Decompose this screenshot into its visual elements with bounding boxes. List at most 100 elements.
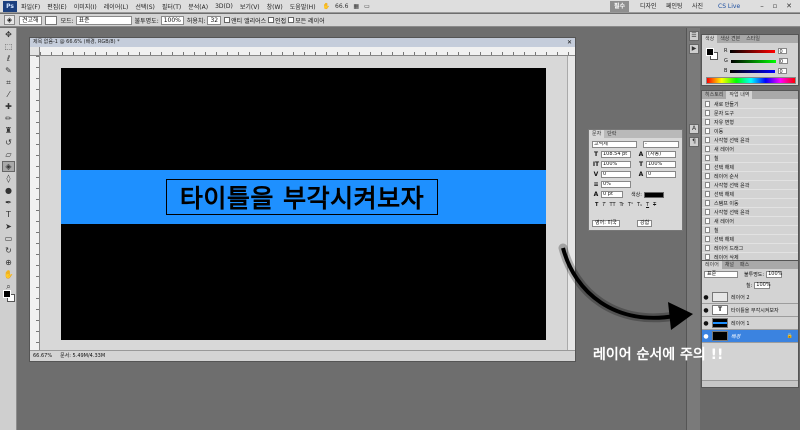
vertical-ruler[interactable] <box>30 56 40 350</box>
history-item[interactable]: 새 레이어 <box>702 217 798 226</box>
history-brush-tool-icon[interactable]: ↺ <box>2 137 15 148</box>
all-layers-checkbox[interactable] <box>288 17 295 23</box>
menu-edit[interactable]: 편집(E) <box>47 2 67 11</box>
dodge-tool-icon[interactable]: ● <box>2 185 15 196</box>
history-item[interactable]: 사각형 선택 윤곽 <box>702 208 798 217</box>
move-tool-icon[interactable]: ✥ <box>2 29 15 40</box>
document-close-icon[interactable]: ✕ <box>567 38 572 47</box>
visibility-eye-icon[interactable]: ● <box>702 320 710 327</box>
history-item[interactable]: 문자 도구 <box>702 109 798 118</box>
tab-channels[interactable]: 채널 <box>722 261 737 269</box>
blur-tool-icon[interactable]: ◊ <box>2 173 15 184</box>
restore-icon[interactable]: ▫ <box>770 2 780 10</box>
history-item[interactable]: 새로 만들기 <box>702 100 798 109</box>
tab-paths[interactable]: 패스 <box>737 261 752 269</box>
tracking-field[interactable]: 0 <box>646 171 676 178</box>
layer-name[interactable]: 배경 <box>731 333 740 340</box>
minimize-icon[interactable]: – <box>757 2 767 10</box>
workspace-design[interactable]: 디자인 <box>636 1 661 12</box>
cs-live-button[interactable]: CS Live <box>718 1 740 12</box>
ruler-origin[interactable] <box>30 47 40 56</box>
paragraph-panel-icon[interactable]: ¶ <box>689 137 699 147</box>
tsume-field[interactable]: 0% <box>601 181 631 188</box>
antialias-checkbox[interactable] <box>224 17 231 23</box>
color-panel-foreground[interactable] <box>706 48 714 56</box>
workspace-essentials[interactable]: 필수 <box>610 1 630 12</box>
history-item[interactable]: 칠 <box>702 154 798 163</box>
quick-select-tool-icon[interactable]: ✎ <box>2 65 15 76</box>
tab-layers[interactable]: 레이어 <box>702 261 722 269</box>
history-item[interactable]: 레이어 드래그 <box>702 244 798 253</box>
history-item[interactable]: 스탬프 이동 <box>702 199 798 208</box>
blend-mode-select[interactable]: 표준 <box>704 271 738 278</box>
layer-name[interactable]: 레이어 1 <box>731 320 750 327</box>
layer-opacity-field[interactable]: 100% <box>766 271 782 278</box>
eyedropper-tool-icon[interactable]: ⁄ <box>2 89 15 100</box>
superscript-button[interactable]: T¹ <box>628 202 633 208</box>
tab-actions[interactable]: 작업 내역 <box>726 91 753 99</box>
3d-rotate-tool-icon[interactable]: ↻ <box>2 245 15 256</box>
contiguous-checkbox[interactable] <box>268 17 275 23</box>
actions-panel-icon[interactable]: ▶ <box>689 44 699 54</box>
underline-button[interactable]: T <box>646 202 649 208</box>
green-value[interactable]: 0 <box>778 58 788 65</box>
arrange-documents-icon[interactable]: ▦ <box>353 3 359 10</box>
green-slider[interactable] <box>730 59 776 63</box>
close-icon[interactable]: ✕ <box>784 2 794 10</box>
clone-stamp-tool-icon[interactable]: ♜ <box>2 125 15 136</box>
menu-layer[interactable]: 레이어(L) <box>104 2 129 11</box>
layer-row[interactable]: ● 레이어 1 <box>702 317 798 330</box>
text-bounding-box[interactable]: 타이틀을 부각시켜보자 <box>166 179 438 215</box>
blue-slider[interactable] <box>730 69 776 73</box>
history-item[interactable]: 사각형 선택 윤곽 <box>702 136 798 145</box>
layer-fill-field[interactable]: 100% <box>754 282 771 289</box>
faux-bold-button[interactable]: T <box>595 202 598 208</box>
brush-tool-icon[interactable]: ✏ <box>2 113 15 124</box>
history-item[interactable]: 선택 해제 <box>702 190 798 199</box>
antialias-select[interactable]: 강함 <box>637 220 653 227</box>
pen-tool-icon[interactable]: ✒ <box>2 197 15 208</box>
shape-tool-icon[interactable]: ▭ <box>2 233 15 244</box>
red-slider[interactable] <box>730 49 776 53</box>
healing-brush-tool-icon[interactable]: ✚ <box>2 101 15 112</box>
visibility-eye-icon[interactable]: ● <box>702 294 710 301</box>
faux-italic-button[interactable]: T <box>602 202 605 208</box>
tab-character[interactable]: 문자 <box>589 130 605 138</box>
marquee-tool-icon[interactable]: ⬚ <box>2 41 15 52</box>
character-panel-icon[interactable]: A <box>689 124 699 134</box>
red-value[interactable]: 0 <box>778 48 788 55</box>
vertical-scale-field[interactable]: 100% <box>601 161 631 168</box>
visibility-eye-icon[interactable]: ● <box>702 307 710 314</box>
screen-mode-icon[interactable]: ▭ <box>364 3 370 10</box>
history-item[interactable]: 선택 해제 <box>702 235 798 244</box>
menu-image[interactable]: 이미지(I) <box>74 2 97 11</box>
language-select[interactable]: 영어: 미국 <box>592 220 620 227</box>
lasso-tool-icon[interactable]: ℓ <box>2 53 15 64</box>
document-tab[interactable]: 제목 없음-1 @ 66.6% (배경, RGB/8) * <box>30 38 575 47</box>
blue-value[interactable]: 0 <box>778 68 788 75</box>
layer-row-active[interactable]: ● 배경 🔒 <box>702 330 798 343</box>
menu-3d[interactable]: 3D(D) <box>215 3 233 10</box>
tab-swatches[interactable]: 색상 견본 <box>717 35 743 43</box>
zoom-level[interactable]: 66.6 <box>335 3 348 10</box>
horizontal-ruler[interactable] <box>40 47 575 56</box>
3d-orbit-tool-icon[interactable]: ⊕ <box>2 257 15 268</box>
menu-select[interactable]: 선택(S) <box>135 2 155 11</box>
subscript-button[interactable]: T₁ <box>637 202 642 208</box>
history-panel-icon[interactable]: ☰ <box>689 31 699 41</box>
menu-analysis[interactable]: 분석(A) <box>188 2 208 11</box>
pattern-swatch[interactable] <box>44 15 57 25</box>
mode-select[interactable]: 표준 <box>75 15 132 25</box>
history-item[interactable]: 자유 변형 <box>702 118 798 127</box>
tab-history[interactable]: 히스토리 <box>702 91 726 99</box>
hand-tool-icon[interactable]: ✋ <box>2 269 15 280</box>
history-item[interactable]: 레이어 순서 <box>702 172 798 181</box>
zoom-status[interactable]: 66.67% <box>33 351 52 361</box>
layer-row[interactable]: ● 레이어 2 <box>702 291 798 304</box>
foreground-color-swatch[interactable] <box>3 290 11 298</box>
history-item[interactable]: 새 레이어 <box>702 145 798 154</box>
strikethrough-button[interactable]: T <box>653 202 656 208</box>
all-caps-button[interactable]: TT <box>609 202 615 208</box>
text-color-swatch[interactable] <box>643 191 664 198</box>
paint-bucket-tool-icon[interactable]: ◈ <box>2 161 15 172</box>
